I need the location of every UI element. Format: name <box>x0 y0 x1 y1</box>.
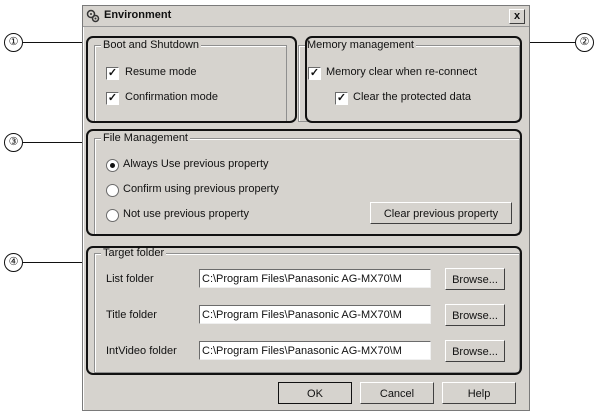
callout-4: ④ <box>4 253 23 272</box>
help-button[interactable]: Help <box>442 382 516 404</box>
cancel-button[interactable]: Cancel <box>360 382 434 404</box>
callout-box-1 <box>86 36 297 123</box>
title-bar: Environment x <box>83 6 529 27</box>
callout-3: ③ <box>4 133 23 152</box>
callout-1: ① <box>4 33 23 52</box>
callout-2: ② <box>575 33 594 52</box>
environment-icon <box>86 9 100 23</box>
window-title: Environment <box>104 9 172 21</box>
callout-box-2 <box>305 36 522 123</box>
callout-box-4 <box>86 246 522 375</box>
environment-dialog: Environment x Boot and Shutdown ✓ Resume… <box>82 5 530 411</box>
leader-4 <box>23 262 85 263</box>
leader-1 <box>23 42 85 43</box>
ok-button[interactable]: OK <box>278 382 352 404</box>
close-button[interactable]: x <box>509 9 525 24</box>
leader-3 <box>23 142 85 143</box>
callout-box-3 <box>86 129 522 236</box>
